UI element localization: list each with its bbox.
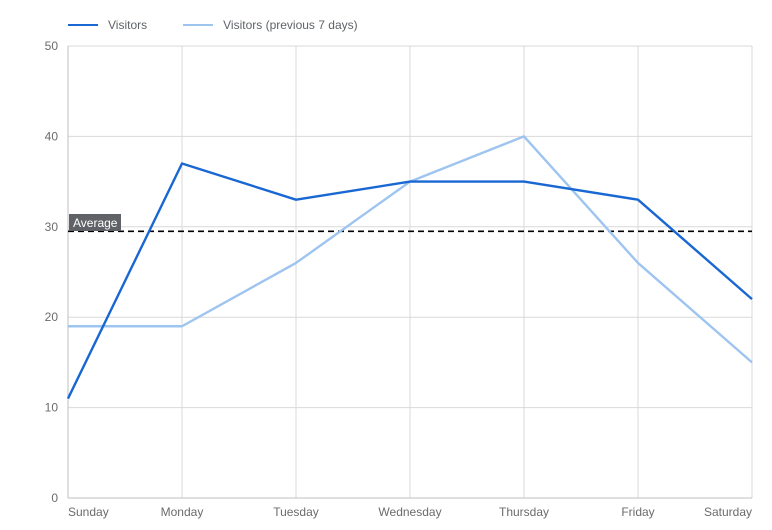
legend-label: Visitors (108, 18, 147, 32)
svg-text:Saturday: Saturday (704, 505, 752, 519)
line-chart: 0 10 20 30 40 50 Sunday Monday Tuesday Wednesday T… (0, 0, 772, 530)
svg-text:Friday: Friday (621, 505, 654, 519)
legend-swatch (68, 24, 98, 26)
svg-text:10: 10 (45, 401, 59, 415)
svg-text:Sunday: Sunday (68, 505, 109, 519)
svg-text:50: 50 (45, 39, 59, 53)
svg-text:0: 0 (51, 491, 58, 505)
svg-text:Thursday: Thursday (499, 505, 549, 519)
average-label: Average (69, 214, 121, 231)
legend: Visitors Visitors (previous 7 days) (68, 18, 358, 32)
svg-text:Monday: Monday (161, 505, 204, 519)
svg-text:Wednesday: Wednesday (378, 505, 441, 519)
svg-text:20: 20 (45, 310, 59, 324)
svg-text:40: 40 (45, 129, 59, 143)
legend-label: Visitors (previous 7 days) (223, 18, 358, 32)
legend-item-visitors-prev: Visitors (previous 7 days) (183, 18, 358, 32)
chart-container: Visitors Visitors (previous 7 days) Aver… (0, 0, 772, 530)
svg-text:30: 30 (45, 220, 59, 234)
legend-item-visitors: Visitors (68, 18, 147, 32)
svg-text:Tuesday: Tuesday (273, 505, 319, 519)
legend-swatch (183, 24, 213, 26)
